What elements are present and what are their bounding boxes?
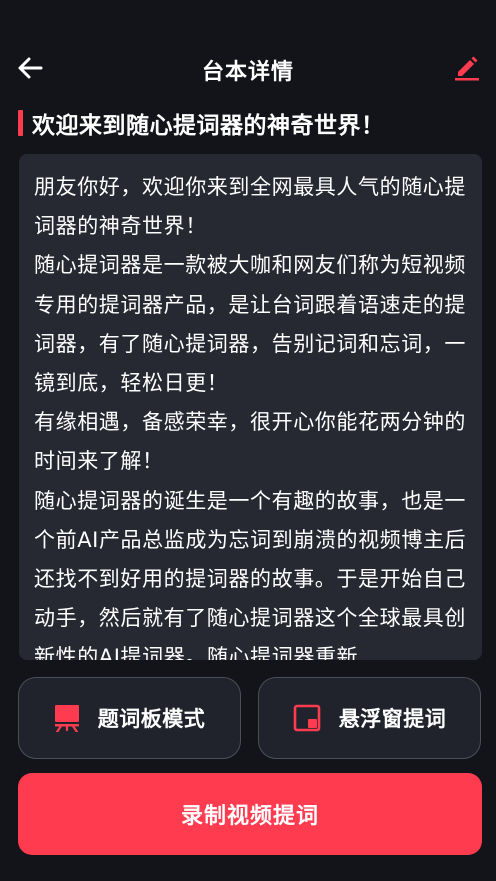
script-paragraph: 有缘相遇，备感荣幸，很开心你能花两分钟的时间来了解！ [34,410,466,474]
script-content-card[interactable]: 朋友你好，欢迎你来到全网最具人气的随心提词器的神奇世界！ 随心提词器是一款被大咖… [19,154,482,660]
script-paragraph: 朋友你好，欢迎你来到全网最具人气的随心提词器的神奇世界！ [34,175,466,239]
teleprompter-board-icon [54,705,79,732]
script-title-row: 欢迎来到随心提词器的神奇世界！ [18,108,385,139]
script-paragraph: 随心提词器的诞生是一个有趣的故事，也是一个前AI产品总监成为忘词到崩溃的视频博主… [34,488,467,660]
script-content: 朋友你好，欢迎你来到全网最具人气的随心提词器的神奇世界！ 随心提词器是一款被大咖… [19,154,482,660]
record-video-label: 录制视频提词 [180,804,319,829]
pencil-icon [455,56,479,81]
floating-window-label: 悬浮窗提词 [338,707,447,731]
script-paragraph: 随心提词器是一款被大咖和网友们称为短视频专用的提词器产品，是让台词跟着语速走的提… [34,253,466,396]
script-title: 欢迎来到随心提词器的神奇世界！ [32,113,385,139]
floating-window-icon [293,704,321,732]
teleprompter-mode-button[interactable]: 题词板模式 [18,677,241,759]
record-video-button[interactable]: 录制视频提词 [18,773,482,855]
edit-button[interactable] [450,50,484,84]
teleprompter-mode-label: 题词板模式 [97,707,206,731]
page-title: 台本详情 [201,60,294,85]
top-bar: 台本详情 [0,40,496,96]
title-accent-bar [18,110,23,136]
floating-window-button[interactable]: 悬浮窗提词 [258,677,481,759]
